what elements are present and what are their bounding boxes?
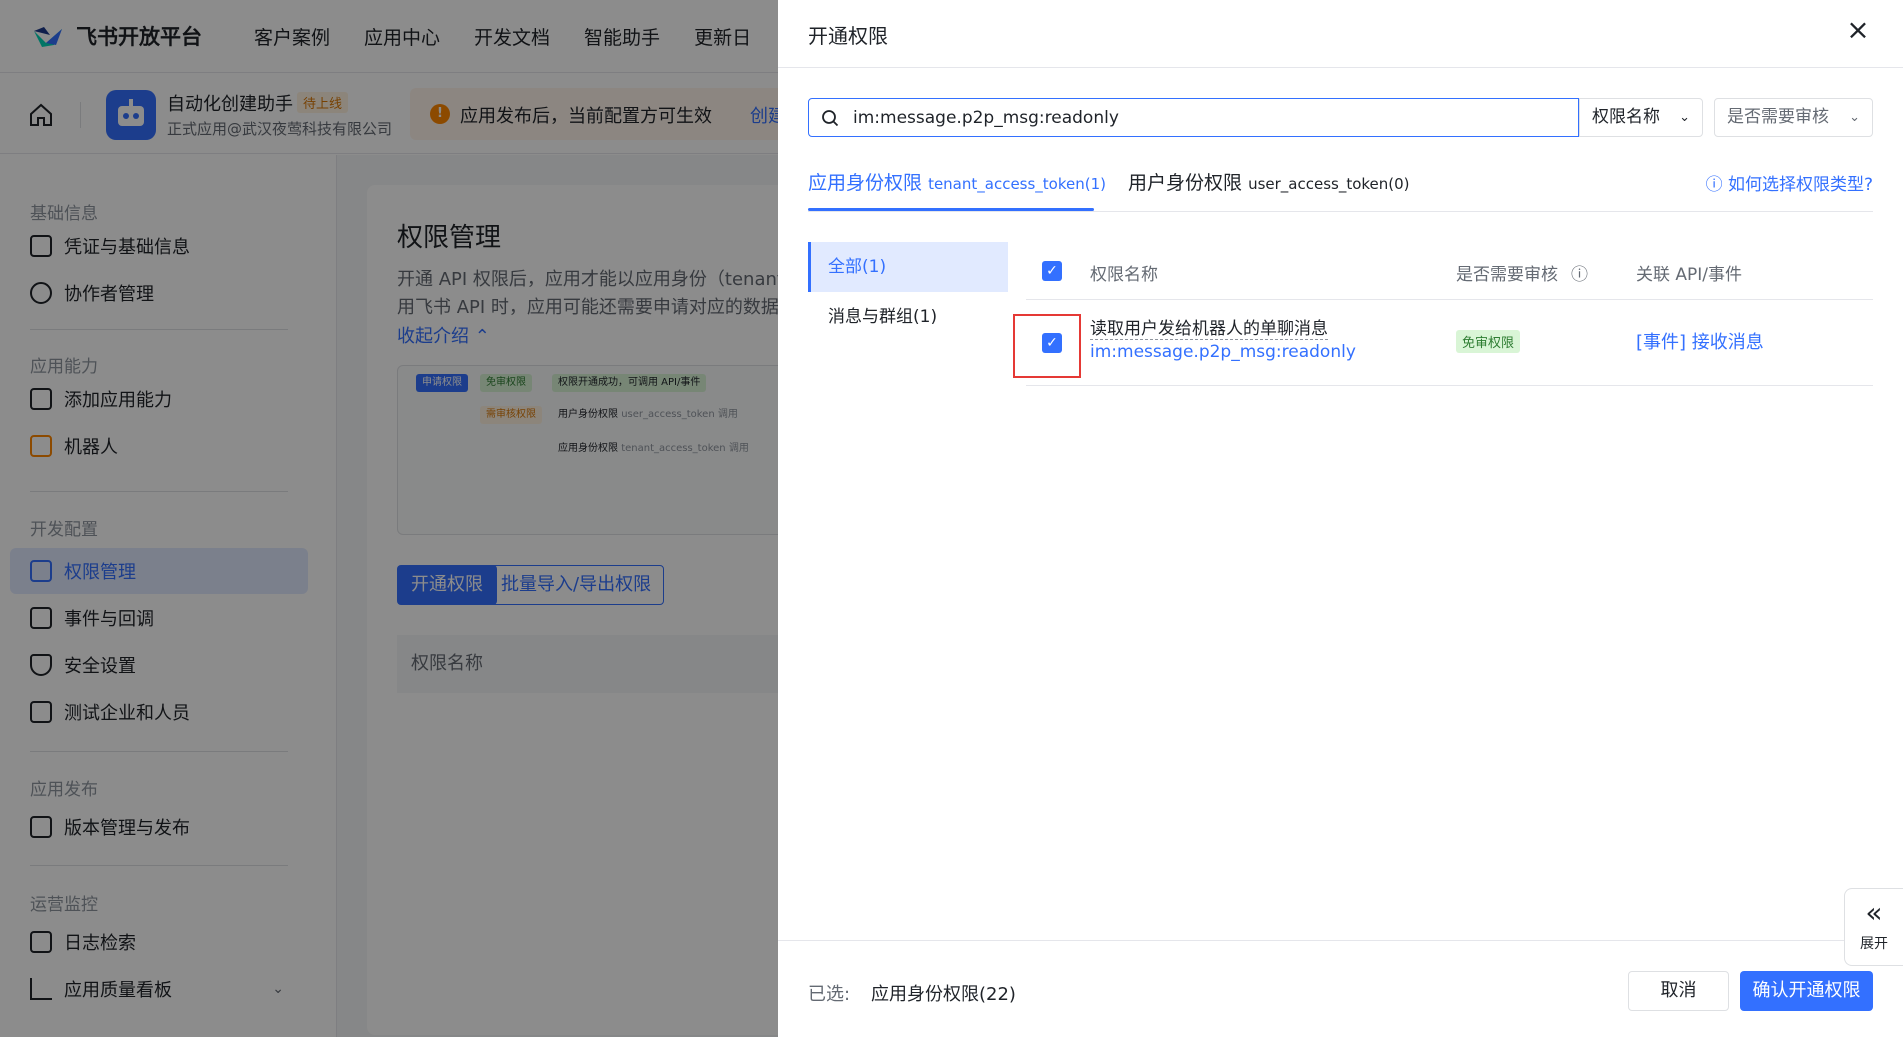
help-icon: ⓘ <box>1705 175 1723 195</box>
tab-token: tenant_access_token(1) <box>928 175 1106 193</box>
chevron-down-icon: ⌄ <box>1849 110 1860 125</box>
tab-user-permissions[interactable]: 用户身份权限 user_access_token(0) <box>1128 168 1410 195</box>
column-permission-name: 权限名称 <box>1090 265 1158 285</box>
expand-panel-button[interactable]: « 展开 <box>1844 888 1903 966</box>
tab-indicator <box>808 208 1094 211</box>
category-all[interactable]: 全部(1) <box>808 242 1008 292</box>
table-row: ✓ 读取用户发给机器人的单聊消息 im:message.p2p_msg:read… <box>1013 300 1873 386</box>
expand-label: 展开 <box>1860 936 1888 952</box>
help-link-label: 如何选择权限类型? <box>1727 175 1873 195</box>
category-list: 全部(1) 消息与群组(1) <box>808 242 1008 342</box>
page: 飞书开放平台 客户案例 应用中心 开发文档 智能助手 更新日 自动化创建助手 待… <box>0 0 1903 1037</box>
divider <box>778 940 1903 941</box>
tab-label: 用户身份权限 <box>1128 172 1243 194</box>
review-badge: 免审权限 <box>1456 330 1521 353</box>
question-icon[interactable]: ⓘ <box>1571 260 1588 285</box>
permission-code-link[interactable]: im:message.p2p_msg:readonly <box>1090 342 1356 362</box>
modal-overlay[interactable] <box>0 0 778 1037</box>
select-all-checkbox[interactable]: ✓ <box>1042 261 1062 281</box>
permission-search <box>808 98 1579 137</box>
selected-value: 应用身份权限(22) <box>871 984 1016 1005</box>
cancel-button[interactable]: 取消 <box>1628 971 1729 1011</box>
permission-table: ✓ 权限名称 是否需要审核 ⓘ 关联 API/事件 ✓ 读取用户发给机器人的单聊… <box>1013 242 1873 386</box>
permission-name: 读取用户发给机器人的单聊消息 <box>1090 314 1328 340</box>
row-checkbox[interactable]: ✓ <box>1042 333 1062 353</box>
search-field-select[interactable]: 权限名称 ⌄ <box>1579 98 1703 137</box>
search-field-select-value: 权限名称 <box>1592 107 1660 127</box>
search-icon <box>822 110 839 127</box>
permission-table-header: ✓ 权限名称 是否需要审核 ⓘ 关联 API/事件 <box>1026 242 1873 300</box>
column-review: 是否需要审核 <box>1456 265 1558 285</box>
tab-tenant-permissions[interactable]: 应用身份权限 tenant_access_token(1) <box>808 168 1106 195</box>
open-permission-drawer: 开通权限 × 权限名称 ⌄ 是否需要审核 ⌄ 应用身份权限 tenant_acc… <box>778 0 1903 1037</box>
review-filter-select[interactable]: 是否需要审核 ⌄ <box>1714 98 1873 137</box>
confirm-open-button[interactable]: 确认开通权限 <box>1740 971 1873 1011</box>
related-api-link[interactable]: [事件] 接收消息 <box>1636 328 1764 354</box>
selected-label: 已选: <box>808 984 851 1005</box>
chevron-down-icon: ⌄ <box>1679 110 1690 125</box>
tab-token: user_access_token(0) <box>1248 175 1410 193</box>
drawer-title: 开通权限 <box>808 24 888 48</box>
review-filter-select-value: 是否需要审核 <box>1727 107 1829 127</box>
divider <box>778 67 1903 68</box>
double-chevron-left-icon: « <box>1865 896 1883 929</box>
permission-type-tabs: 应用身份权限 tenant_access_token(1) 用户身份权限 use… <box>808 168 1873 212</box>
search-input[interactable] <box>853 105 1553 131</box>
tab-label: 应用身份权限 <box>808 172 923 194</box>
category-messages[interactable]: 消息与群组(1) <box>808 292 1008 342</box>
close-icon[interactable]: × <box>1844 16 1872 44</box>
column-related-api: 关联 API/事件 <box>1636 265 1743 285</box>
permission-type-help-link[interactable]: ⓘ 如何选择权限类型? <box>1706 170 1873 195</box>
